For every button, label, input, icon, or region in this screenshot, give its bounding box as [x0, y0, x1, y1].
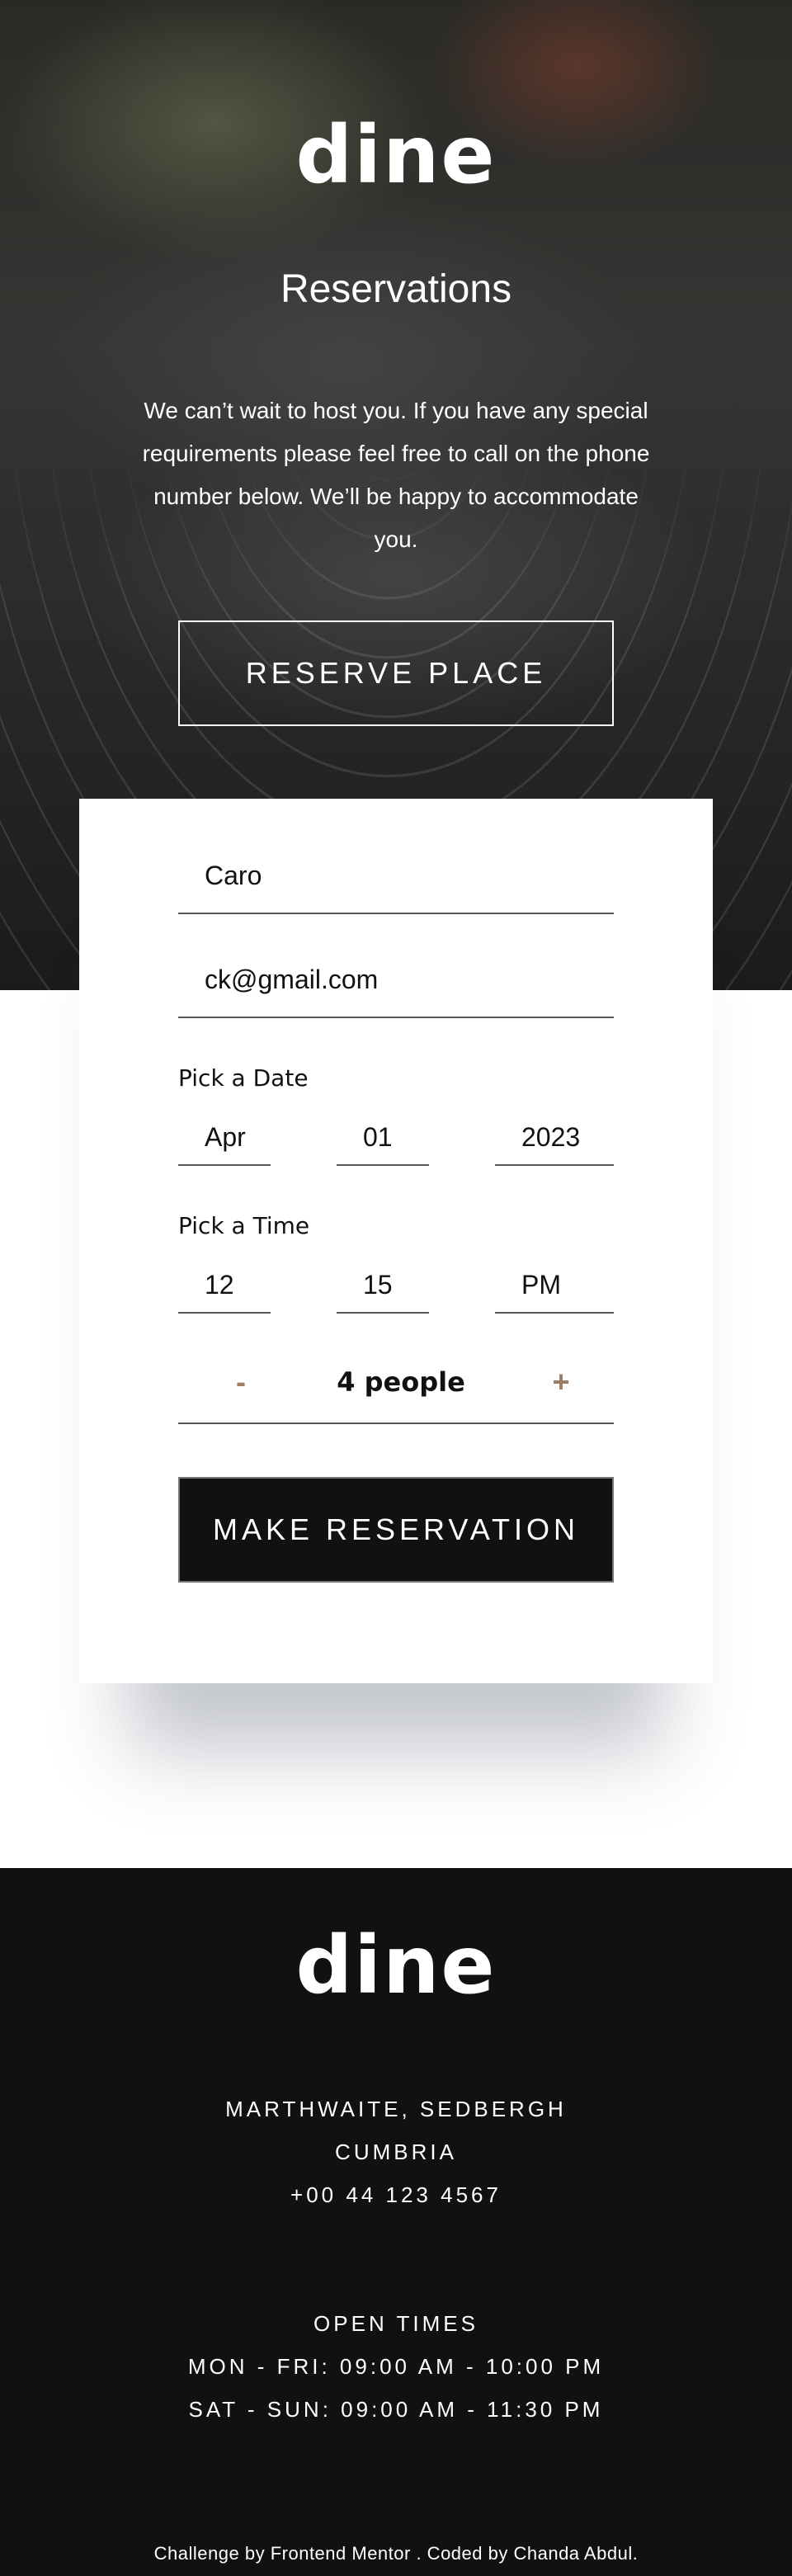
reservation-section: Pick a Date Apr 01 2023 Pick a Time 12 1…	[0, 799, 792, 1868]
hero-description: We can’t wait to host you. If you have a…	[142, 397, 650, 552]
open-times-block: OPEN TIMES MON - FRI: 09:00 AM - 10:00 P…	[0, 2302, 792, 2431]
make-reservation-button[interactable]: MAKE RESERVATION	[178, 1477, 614, 1583]
address-line: CUMBRIA	[335, 2140, 457, 2164]
decrement-button[interactable]: -	[228, 1365, 254, 1399]
minute-field[interactable]: 15	[337, 1257, 429, 1314]
name-field[interactable]	[178, 838, 614, 914]
phone-number: +00 44 123 4567	[290, 2182, 502, 2207]
page-title: Reservations	[280, 267, 512, 311]
period-select[interactable]: PM	[495, 1257, 614, 1314]
time-label: Pick a Time	[178, 1212, 310, 1239]
increment-button[interactable]: +	[548, 1365, 574, 1399]
footer: dine MARTHWAITE, SEDBERGH CUMBRIA +00 44…	[0, 1868, 792, 2576]
people-count: 4 people	[337, 1366, 465, 1398]
attribution: Challenge by Frontend Mentor . Coded by …	[153, 2543, 639, 2564]
people-stepper: - 4 people +	[178, 1342, 614, 1424]
hours-line: SAT - SUN: 09:00 AM - 11:30 PM	[188, 2397, 604, 2422]
hero-content: dine Reservations We can’t wait to host …	[0, 0, 792, 726]
time-row: 12 15 PM	[178, 1257, 614, 1314]
address-line: MARTHWAITE, SEDBERGH	[225, 2097, 567, 2121]
date-label: Pick a Date	[178, 1064, 309, 1092]
hour-field[interactable]: 12	[178, 1257, 271, 1314]
reservation-form: Pick a Date Apr 01 2023 Pick a Time 12 1…	[79, 799, 713, 1683]
year-field[interactable]: 2023	[495, 1110, 614, 1166]
month-field[interactable]: Apr	[178, 1110, 271, 1166]
open-times-title: OPEN TIMES	[314, 2311, 478, 2336]
address-block: MARTHWAITE, SEDBERGH CUMBRIA +00 44 123 …	[0, 2088, 792, 2216]
hours-line: MON - FRI: 09:00 AM - 10:00 PM	[187, 2354, 605, 2379]
day-field[interactable]: 01	[337, 1110, 429, 1166]
reserve-place-button[interactable]: RESERVE PLACE	[178, 620, 614, 726]
date-row: Apr 01 2023	[178, 1110, 614, 1166]
footer-logo[interactable]: dine	[0, 1868, 792, 2005]
logo[interactable]: dine	[0, 0, 792, 195]
email-field[interactable]	[178, 942, 614, 1018]
